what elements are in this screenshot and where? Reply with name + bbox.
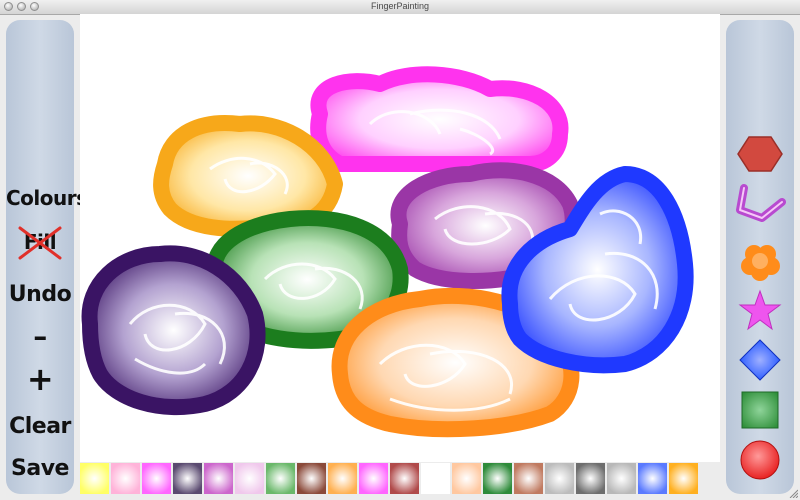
right-shape-panel	[726, 20, 794, 494]
hexagon-icon[interactable]	[734, 132, 786, 176]
palette-swatch[interactable]	[421, 463, 450, 494]
palette-swatch[interactable]	[204, 463, 233, 494]
painting-strokes	[81, 66, 694, 438]
palette-swatch[interactable]	[297, 463, 326, 494]
diamond-icon[interactable]	[734, 338, 786, 382]
palette-swatch[interactable]	[80, 463, 109, 494]
clear-button[interactable]: Clear	[6, 414, 74, 439]
palette-swatch[interactable]	[576, 463, 605, 494]
palette-swatch[interactable]	[669, 463, 698, 494]
painting-canvas[interactable]	[80, 14, 720, 462]
palette-swatch[interactable]	[266, 463, 295, 494]
palette-swatch[interactable]	[328, 463, 357, 494]
fill-button[interactable]: Fill	[6, 226, 74, 260]
increase-brush-button[interactable]: +	[6, 360, 74, 398]
palette-swatch[interactable]	[111, 463, 140, 494]
palette-swatch[interactable]	[142, 463, 171, 494]
decrease-brush-button[interactable]: –	[6, 320, 74, 353]
window-title: FingerPainting	[370, 1, 430, 11]
undo-button[interactable]: Undo	[6, 282, 74, 307]
save-button[interactable]: Save	[6, 456, 74, 481]
flower-icon[interactable]	[734, 238, 786, 282]
square-icon[interactable]	[734, 388, 786, 432]
fill-label: Fill	[23, 230, 57, 254]
palette-swatch[interactable]	[452, 463, 481, 494]
palette-swatch[interactable]	[359, 463, 388, 494]
palette-swatch[interactable]	[483, 463, 512, 494]
colour-palette	[80, 463, 700, 494]
colours-button[interactable]: Colours	[6, 186, 88, 210]
resize-grip-icon[interactable]	[788, 488, 798, 498]
zigzag-arrow-icon[interactable]	[734, 180, 786, 224]
title-bar: FingerPainting	[0, 0, 800, 15]
palette-swatch[interactable]	[390, 463, 419, 494]
palette-swatch[interactable]	[545, 463, 574, 494]
palette-swatch[interactable]	[638, 463, 667, 494]
palette-swatch[interactable]	[173, 463, 202, 494]
left-tool-panel: Colours Fill Undo – + Clear Save	[6, 20, 88, 494]
palette-swatch[interactable]	[514, 463, 543, 494]
star-icon[interactable]	[734, 288, 786, 332]
palette-swatch[interactable]	[235, 463, 264, 494]
palette-swatch[interactable]	[607, 463, 636, 494]
circle-icon[interactable]	[734, 438, 786, 482]
